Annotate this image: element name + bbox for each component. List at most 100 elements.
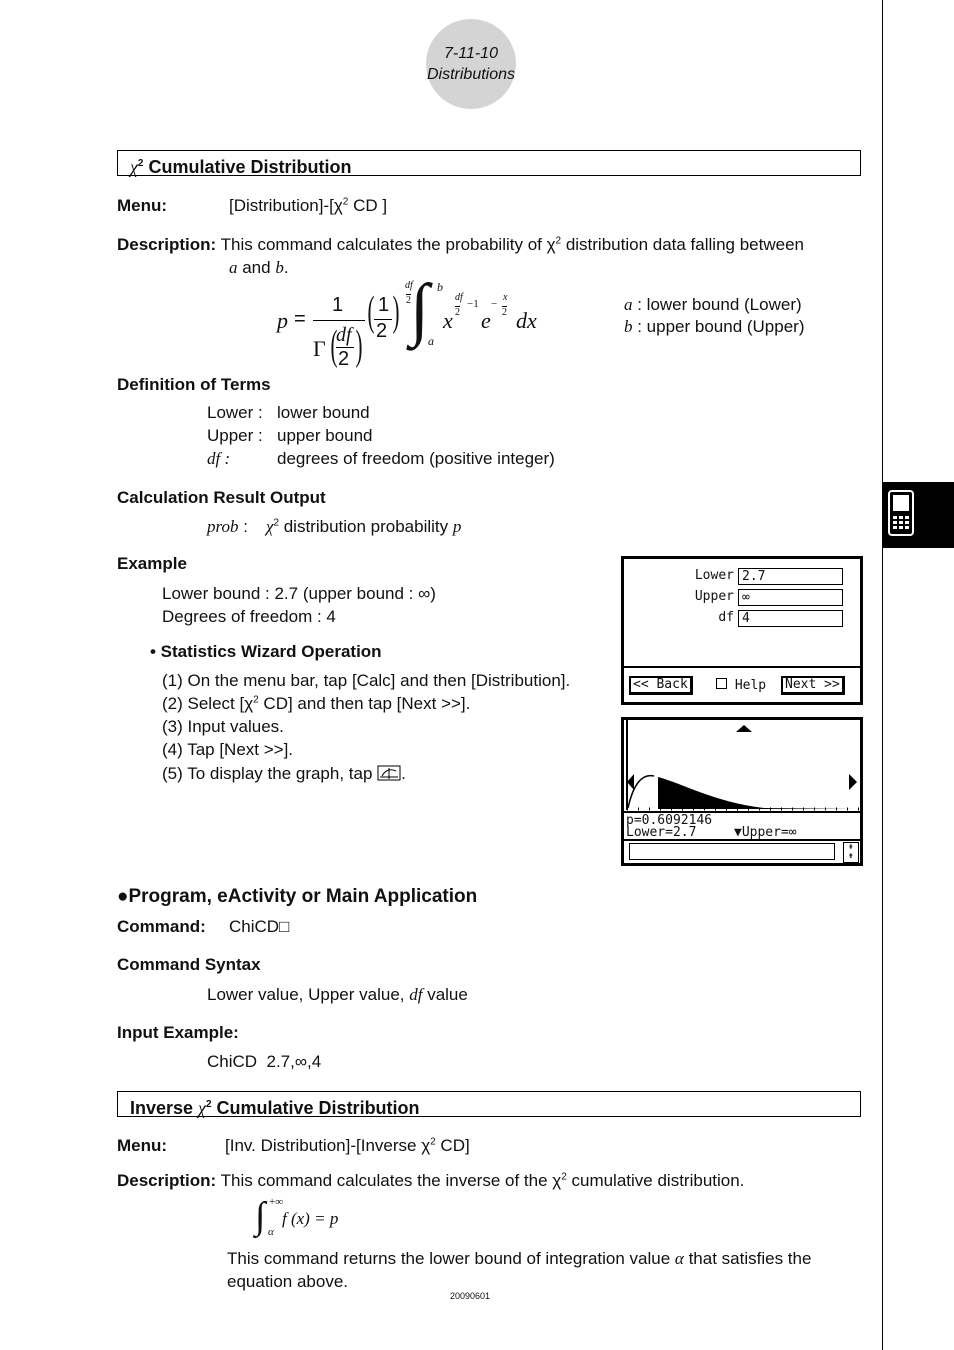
section-title: χ2 Cumulative Distribution — [117, 150, 861, 177]
text: . — [283, 258, 289, 277]
lower-result: Lower=2.7 — [626, 825, 697, 840]
section-title-inverse: Inverse χ2 Cumulative Distribution — [117, 1091, 861, 1118]
output-heading: Calculation Result Output — [117, 488, 326, 507]
def-lower: lower bound — [277, 403, 370, 422]
df-input[interactable]: 4 — [738, 610, 843, 627]
left-arrow-icon — [627, 774, 634, 790]
shaded-probability-area — [658, 777, 854, 809]
lower-label: Lower — [694, 568, 734, 583]
step-2: (2) Select [χ2 CD] and then tap [Next >>… — [162, 694, 470, 714]
text: CD] and then tap [Next >>]. — [258, 694, 471, 713]
term-lower: Lower : — [207, 403, 263, 422]
text: (2) Select [χ — [162, 694, 254, 713]
desc-text: distribution data falling between — [561, 235, 804, 254]
text: distribution probability — [279, 517, 453, 536]
f: = — [294, 308, 306, 330]
prob-term: prob — [207, 517, 239, 536]
example-line1: Lower bound : 2.7 (upper bound : ∞) — [162, 584, 436, 603]
wizard-screen: Lower 2.7 Upper ∞ df 4 << Back Help Next… — [621, 556, 863, 705]
header-circle — [426, 19, 516, 109]
inverse-para1: This command returns the lower bound of … — [227, 1249, 811, 1269]
menu-label: Menu: — [117, 196, 168, 215]
text: : upper bound (Upper) — [632, 317, 805, 336]
f: x — [503, 292, 508, 303]
upper-label: Upper — [694, 589, 734, 604]
program-heading: ●Program, eActivity or Main Application — [117, 886, 478, 907]
description2: Description: This command calculates the… — [117, 1171, 744, 1191]
f: 2 — [376, 320, 388, 342]
text: Cumulative Distribution — [211, 1098, 420, 1118]
def-df: degrees of freedom (positive integer) — [277, 449, 555, 468]
graph-screen: p=0.6092146 Lower=2.7 ▼Upper=∞ ⇞ ⇟ — [621, 717, 863, 866]
var-a: a — [229, 258, 238, 277]
df: df — [409, 985, 423, 1004]
f: 2 — [338, 348, 350, 370]
checkbox-icon — [716, 678, 727, 689]
menu-row: Menu: [Distribution]-[χ2 CD ] — [117, 196, 387, 216]
text: This command returns the lower bound of … — [227, 1249, 675, 1268]
sym: a — [624, 295, 633, 314]
up-arrow-icon — [736, 725, 752, 732]
f: a — [428, 334, 434, 348]
f: f (x) = p — [282, 1209, 339, 1228]
manual-page: 7-11-10 Distributions χ2 Cumulative Dist… — [0, 0, 954, 1350]
f: Γ — [313, 336, 326, 361]
f: −1 — [467, 298, 479, 310]
distribution-graph — [626, 720, 860, 811]
sym: b — [624, 317, 633, 336]
entry-input[interactable] — [629, 843, 835, 860]
f: 1 — [378, 294, 390, 316]
chapter-name: Distributions — [426, 66, 516, 83]
label: Description: — [117, 1171, 217, 1190]
upper-input[interactable]: ∞ — [738, 589, 843, 606]
f: − — [491, 298, 498, 310]
footer-code: 20090601 — [450, 1291, 491, 1301]
next-button[interactable]: Next >> — [781, 676, 845, 695]
term-df: df : — [207, 449, 231, 468]
divider — [624, 666, 860, 668]
section-number: 7-11-10 — [444, 45, 498, 62]
scroll-toggle-icon[interactable]: ⇞ ⇟ — [843, 842, 859, 863]
calculator-icon — [888, 490, 914, 536]
p: p — [452, 517, 462, 536]
output-row: prob : χ2 distribution probability p — [207, 517, 461, 537]
f: x — [443, 308, 453, 333]
integral-sign: ∫ — [410, 271, 430, 348]
graph-icon — [377, 765, 401, 781]
f: α — [268, 1226, 274, 1238]
menu-text: [Distribution]-[χ — [229, 196, 343, 215]
syntax-heading: Command Syntax — [117, 955, 261, 974]
input-example: ChiCD 2.7,∞,4 — [207, 1052, 322, 1071]
text: This command calculates the inverse of t… — [220, 1171, 562, 1190]
def-upper: upper bound — [277, 426, 373, 445]
text: that satisfies the — [683, 1249, 812, 1268]
text: (5) To display the graph, tap — [162, 764, 378, 783]
menu-text: CD ] — [348, 196, 388, 215]
inverse-equation: ∫ +∞ α f (x) = p — [255, 1195, 375, 1241]
chapter-tab — [882, 482, 954, 548]
example-heading: Example — [117, 554, 187, 573]
f: 2 — [455, 306, 460, 318]
f: b — [437, 280, 443, 294]
menu2-row: Menu: [Inv. Distribution]-[Inverse χ2 CD] — [117, 1136, 470, 1156]
f: df — [455, 292, 463, 303]
chi-symbol: χ — [130, 157, 138, 177]
example-line2: Degrees of freedom : 4 — [162, 607, 336, 626]
text: cumulative distribution. — [566, 1171, 745, 1190]
df-label: df — [718, 610, 734, 625]
back-button[interactable]: << Back — [629, 676, 693, 695]
upper-result: ▼Upper=∞ — [734, 825, 797, 840]
lower-input[interactable]: 2.7 — [738, 568, 843, 585]
fraction-bar — [313, 320, 365, 321]
integral-sign: ∫ — [255, 1195, 266, 1237]
bound-b: b : upper bound (Upper) — [624, 317, 805, 337]
text: [Inv. Distribution]-[Inverse χ — [225, 1136, 431, 1155]
menu-label: Menu: — [117, 1136, 168, 1155]
help-checkbox[interactable]: Help — [716, 678, 766, 693]
f: e — [481, 308, 491, 333]
terms-heading: Definition of Terms — [117, 375, 271, 394]
text: : — [238, 517, 248, 536]
text: : lower bound (Lower) — [632, 295, 802, 314]
f: 1 — [332, 294, 344, 316]
help-label: Help — [734, 678, 767, 693]
